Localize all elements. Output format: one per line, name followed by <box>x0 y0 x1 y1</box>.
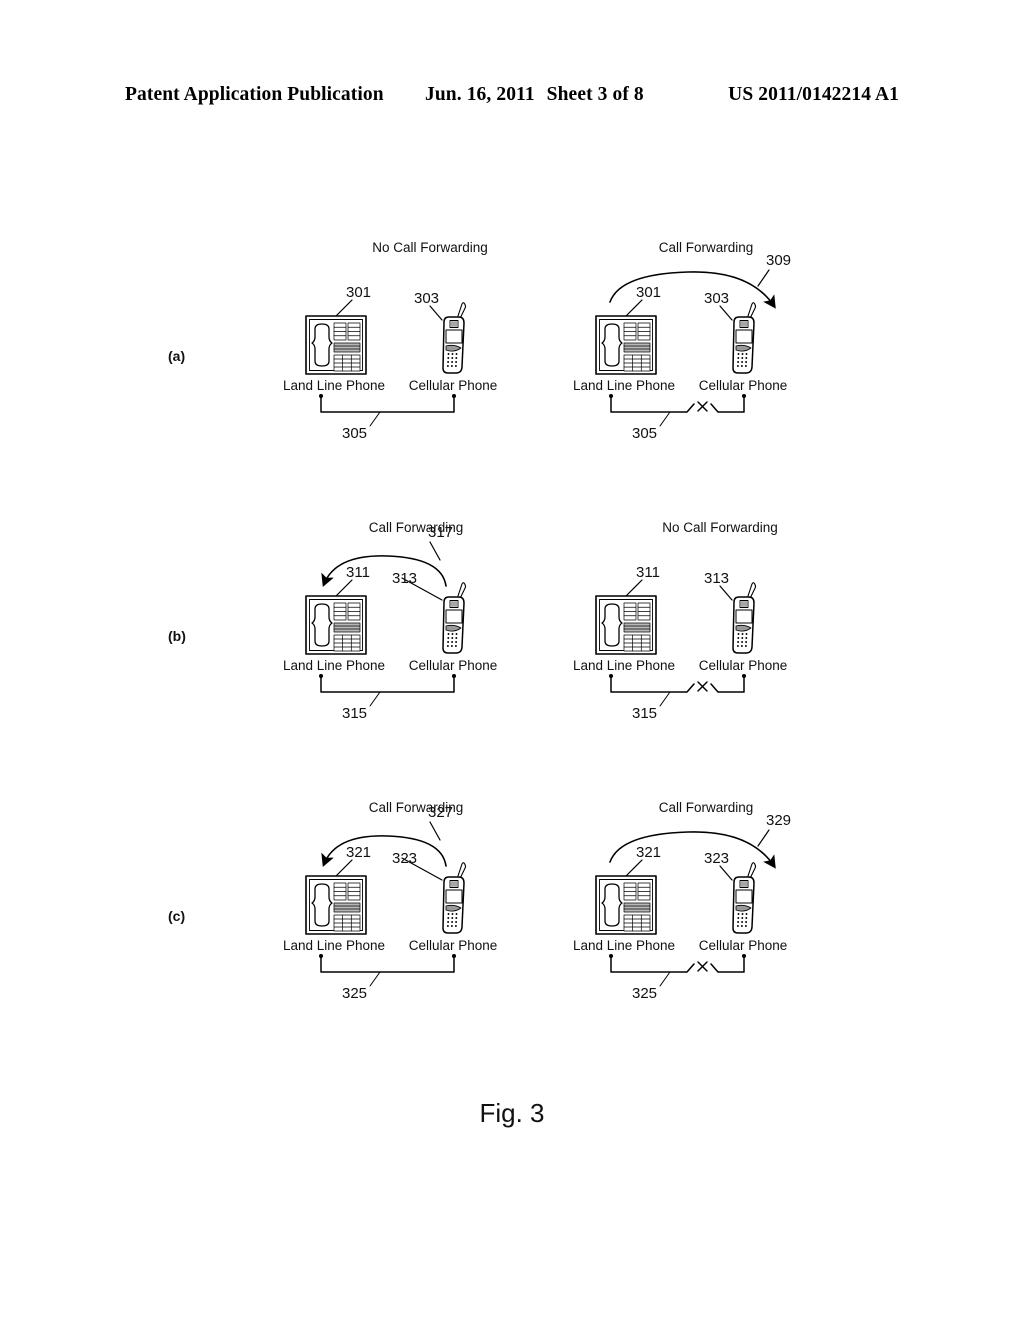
panel-c-right: Call Forwarding Land Line Phone Cellular… <box>570 800 870 1015</box>
leader-line-arrow-ref <box>429 821 441 841</box>
connection-bracket-broken <box>609 394 746 427</box>
panel-c-left: Call Forwarding Land Line Phone Cellular… <box>280 800 580 1015</box>
landline-caption: Land Line Phone <box>282 658 386 673</box>
cellular-phone-icon <box>732 302 757 374</box>
cellular-caption: Cellular Phone <box>408 938 498 953</box>
figure-3: (a) (b) (c) No Call Forwarding Land Line… <box>0 0 1024 1320</box>
ref-link: 315 <box>632 705 658 722</box>
cellular-phone-icon <box>442 862 467 934</box>
ref-cellular: 303 <box>414 290 440 307</box>
ref-arrow: 329 <box>766 812 792 829</box>
landline-caption: Land Line Phone <box>282 938 386 953</box>
connection-bracket-broken <box>609 954 746 987</box>
cellular-caption: Cellular Phone <box>698 938 788 953</box>
leader-line-landline <box>335 299 353 317</box>
cellular-phone-icon <box>442 302 467 374</box>
leader-line-landline <box>625 299 643 317</box>
row-label-c: (c) <box>168 908 186 924</box>
cellular-phone-icon <box>732 862 757 934</box>
landline-caption: Land Line Phone <box>572 938 676 953</box>
landline-phone-icon <box>595 595 657 655</box>
leader-line-cellular <box>719 305 733 321</box>
leader-line-landline <box>335 579 353 597</box>
landline-caption: Land Line Phone <box>572 378 676 393</box>
cellular-caption: Cellular Phone <box>698 658 788 673</box>
landline-caption: Land Line Phone <box>572 658 676 673</box>
ref-link: 305 <box>342 425 368 442</box>
cellular-caption: Cellular Phone <box>698 378 788 393</box>
ref-landline: 321 <box>346 844 372 861</box>
leader-line-arrow-ref <box>429 541 441 561</box>
leader-line-landline <box>625 859 643 877</box>
cellular-caption: Cellular Phone <box>408 658 498 673</box>
call-forwarding-arrow <box>321 835 447 867</box>
call-forwarding-arrow <box>321 555 447 587</box>
ref-landline: 301 <box>346 284 372 301</box>
connection-bracket <box>319 394 456 427</box>
ref-link: 325 <box>632 985 658 1002</box>
landline-caption: Land Line Phone <box>282 378 386 393</box>
panel-c-left-artwork <box>305 821 467 987</box>
ref-arrow: 309 <box>766 252 792 269</box>
cellular-phone-icon <box>732 582 757 654</box>
ref-cellular: 303 <box>704 290 730 307</box>
call-forwarding-arrow <box>609 831 776 869</box>
ref-cellular: 323 <box>392 850 418 867</box>
connection-bracket <box>319 954 456 987</box>
figure-caption: Fig. 3 <box>479 1098 545 1128</box>
row-label-a: (a) <box>168 348 186 364</box>
ref-link: 305 <box>632 425 658 442</box>
landline-phone-icon <box>595 875 657 935</box>
landline-phone-icon <box>305 315 367 375</box>
panel-c-right-artwork <box>595 829 776 987</box>
broken-link-x-icon <box>697 681 708 692</box>
leader-line-landline <box>335 859 353 877</box>
ref-link: 315 <box>342 705 368 722</box>
ref-landline: 321 <box>636 844 662 861</box>
leader-line-arrow-ref <box>757 269 770 287</box>
ref-cellular: 313 <box>704 570 730 587</box>
ref-landline: 311 <box>346 564 370 581</box>
ref-cellular: 323 <box>704 850 730 867</box>
panel-b-left-artwork <box>305 541 467 707</box>
ref-landline: 301 <box>636 284 662 301</box>
leader-line-cellular <box>429 305 443 321</box>
broken-link-x-icon <box>697 401 708 412</box>
panel-a-right: Call Forwarding Land Line Phone Cellular… <box>570 240 870 455</box>
panel-a-left-artwork <box>305 299 467 427</box>
leader-line-landline <box>625 579 643 597</box>
panel-b-left: Call Forwarding Land Line Phone Cellular… <box>280 520 580 735</box>
connection-bracket <box>319 674 456 707</box>
ref-landline: 311 <box>636 564 660 581</box>
ref-cellular: 313 <box>392 570 418 587</box>
cellular-caption: Cellular Phone <box>408 378 498 393</box>
ref-arrow: 317 <box>428 524 454 541</box>
leader-line-cellular <box>719 865 733 881</box>
panel-a-right-artwork <box>595 269 776 427</box>
call-forwarding-arrow <box>609 271 776 309</box>
panel-b-right-artwork <box>595 579 757 707</box>
landline-phone-icon <box>595 315 657 375</box>
leader-line-cellular <box>719 585 733 601</box>
landline-phone-icon <box>305 875 367 935</box>
connection-bracket-broken <box>609 674 746 707</box>
row-label-b: (b) <box>168 628 186 644</box>
ref-arrow: 327 <box>428 804 454 821</box>
ref-link: 325 <box>342 985 368 1002</box>
broken-link-x-icon <box>697 961 708 972</box>
landline-phone-icon <box>305 595 367 655</box>
cellular-phone-icon <box>442 582 467 654</box>
panel-b-right: No Call Forwarding Land Line Phone Cellu… <box>570 520 870 735</box>
panel-a-left: No Call Forwarding Land Line Phone Cellu… <box>280 240 580 455</box>
leader-line-arrow-ref <box>757 829 770 847</box>
